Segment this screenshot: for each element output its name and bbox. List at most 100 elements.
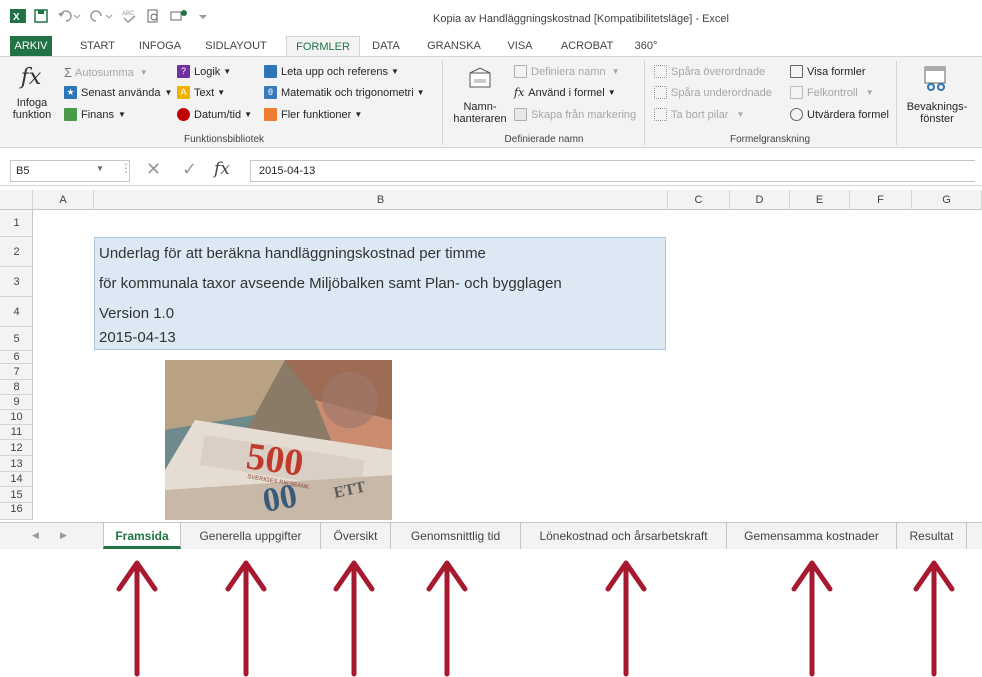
row-header[interactable]: 2 (0, 237, 32, 267)
tab-sidlayout[interactable]: SIDLAYOUT (196, 36, 276, 56)
show-formulas-label: Visa formler (807, 65, 866, 78)
row-header[interactable]: 1 (0, 210, 32, 237)
row-header[interactable]: 12 (0, 440, 32, 456)
trace-dependents-button[interactable]: Spåra underordnade (654, 86, 772, 99)
info-line-4: 2015-04-13 (99, 329, 176, 346)
tab-arkiv[interactable]: ARKIV (10, 36, 52, 56)
define-name-button[interactable]: Definiera namn ▼ (514, 65, 620, 78)
column-header-c[interactable]: C (668, 190, 730, 210)
chevron-down-icon: ▼ (354, 110, 363, 119)
column-header-b[interactable]: B (94, 190, 668, 210)
column-header-d[interactable]: D (730, 190, 790, 210)
row-header[interactable]: 7 (0, 364, 32, 380)
title-info-box[interactable]: Underlag för att beräkna handläggningsko… (94, 237, 666, 350)
row-header[interactable]: 4 (0, 297, 32, 327)
name-manager-icon[interactable] (466, 67, 494, 93)
datetime-button[interactable]: Datum/tid ▼ (177, 108, 252, 121)
create-from-selection-button[interactable]: Skapa från markering (514, 108, 636, 121)
error-checking-icon (790, 86, 803, 99)
create-from-selection-label: Skapa från markering (531, 108, 637, 121)
trace-precedents-button[interactable]: Spåra överordnade (654, 65, 765, 78)
row-header[interactable]: 10 (0, 410, 32, 425)
row-header[interactable]: 9 (0, 395, 32, 410)
name-box[interactable]: B5 (10, 160, 130, 182)
row-header[interactable]: 14 (0, 472, 32, 487)
row-header[interactable]: 15 (0, 487, 32, 503)
sheet-tab-generella-uppgifter[interactable]: Generella uppgifter (181, 523, 321, 549)
row-headers: 1 2 3 4 5 6 7 8 9 10 11 12 13 14 15 16 (0, 210, 33, 520)
scroll-right-icon[interactable]: ▶ (60, 530, 67, 541)
column-header-f[interactable]: F (850, 190, 912, 210)
sheet-tab-lonekostnad[interactable]: Lönekostnad och årsarbetskraft (521, 523, 727, 549)
logic-button[interactable]: ? Logik ▼ (177, 65, 231, 78)
enter-check-icon[interactable]: ✓ (182, 159, 197, 180)
row-header[interactable]: 13 (0, 456, 32, 472)
watch-window-label-1: Bevaknings- (906, 101, 968, 113)
arrow-icon (225, 560, 267, 677)
more-functions-button[interactable]: Fler funktioner ▼ (264, 108, 362, 121)
finance-button[interactable]: Finans ▼ (64, 108, 126, 121)
ribbon-tab-bar: ARKIV START INFOGA SIDLAYOUT FORMLER DAT… (0, 36, 982, 57)
watch-window-button[interactable]: Bevaknings- fönster (900, 101, 974, 125)
insert-function-button[interactable]: Infoga funktion (10, 97, 54, 121)
cancel-icon[interactable]: ✕ (146, 159, 161, 180)
chevron-down-icon: ▼ (611, 67, 620, 76)
tab-data[interactable]: DATA (364, 36, 408, 56)
tab-360[interactable]: 360° (628, 36, 664, 56)
column-header-a[interactable]: A (33, 190, 94, 210)
sheet-tab-gemensamma-kostnader[interactable]: Gemensamma kostnader (727, 523, 897, 549)
window-title: Kopia av Handläggningskostnad [Kompatibi… (433, 13, 729, 25)
tab-infoga[interactable]: INFOGA (130, 36, 190, 56)
formula-input[interactable]: 2015-04-13 (250, 160, 975, 182)
row-header[interactable]: 16 (0, 503, 32, 520)
insert-function-icon[interactable]: fx (14, 65, 48, 90)
title-bar: X ABC Kopia av Handläggningskostnad [Kom… (0, 0, 982, 36)
chevron-down-icon: ▼ (416, 88, 425, 97)
column-header-e[interactable]: E (790, 190, 850, 210)
sheet-tab-resultat[interactable]: Resultat (897, 523, 967, 549)
define-name-label: Definiera namn (531, 65, 606, 78)
insert-function-fx-icon[interactable]: fx (214, 159, 230, 179)
remove-arrows-button[interactable]: Ta bort pilar ▼ (654, 108, 744, 121)
arrow-icon (116, 560, 158, 677)
lookup-icon (264, 65, 277, 78)
autosum-button[interactable]: Σ Autosumma ▼ (64, 65, 148, 80)
text-button[interactable]: A Text ▼ (177, 86, 225, 99)
tab-formler[interactable]: FORMLER (286, 36, 360, 57)
ribbon-separator (896, 61, 897, 145)
tab-granska[interactable]: GRANSKA (418, 36, 490, 56)
name-manager-button[interactable]: Namn- hanteraren (450, 101, 510, 125)
row-header[interactable]: 6 (0, 351, 32, 364)
tab-visa[interactable]: VISA (498, 36, 542, 56)
recent-functions-button[interactable]: ★ Senast använda ▼ (64, 86, 172, 99)
error-checking-button[interactable]: Felkontroll ▼ (790, 86, 874, 99)
watch-window-icon[interactable] (922, 65, 950, 93)
evaluate-formula-button[interactable]: Utvärdera formel (790, 108, 889, 121)
formula-bar-handle-icon[interactable]: ⋮ (120, 161, 132, 175)
tab-acrobat[interactable]: ACROBAT (552, 36, 622, 56)
lookup-reference-button[interactable]: Leta upp och referens ▼ (264, 65, 399, 78)
row-header[interactable]: 3 (0, 267, 32, 297)
banknotes-photo[interactable]: 500 SVERIGES RIKSBANK 00 ETT (165, 360, 392, 520)
text-icon: A (177, 86, 190, 99)
math-trig-button[interactable]: θ Matematik och trigonometri ▼ (264, 86, 425, 99)
row-header[interactable]: 8 (0, 380, 32, 395)
group-label-formelgranskning: Formelgranskning (729, 134, 811, 145)
arrow-icon (605, 560, 647, 677)
use-in-formula-label: Använd i formel (528, 86, 605, 99)
chevron-down-icon: ▼ (223, 67, 232, 76)
sheet-tab-genomsnittlig-tid[interactable]: Genomsnittlig tid (391, 523, 521, 549)
arrow-icon (913, 560, 955, 677)
row-header[interactable]: 11 (0, 425, 32, 440)
column-header-g[interactable]: G (912, 190, 982, 210)
sheet-tab-oversikt[interactable]: Översikt (321, 523, 391, 549)
use-in-formula-button[interactable]: 𝑓x Använd i formel ▼ (514, 86, 616, 99)
sheet-tab-framsida[interactable]: Framsida (103, 523, 181, 549)
select-all-corner[interactable] (0, 190, 33, 210)
name-box-dropdown-icon[interactable]: ▼ (96, 164, 104, 173)
row-header[interactable]: 5 (0, 327, 32, 351)
show-formulas-button[interactable]: Visa formler (790, 65, 865, 78)
scroll-left-icon[interactable]: ◀ (32, 530, 39, 541)
tab-start[interactable]: START (70, 36, 125, 56)
info-line-3: Version 1.0 (99, 305, 175, 322)
